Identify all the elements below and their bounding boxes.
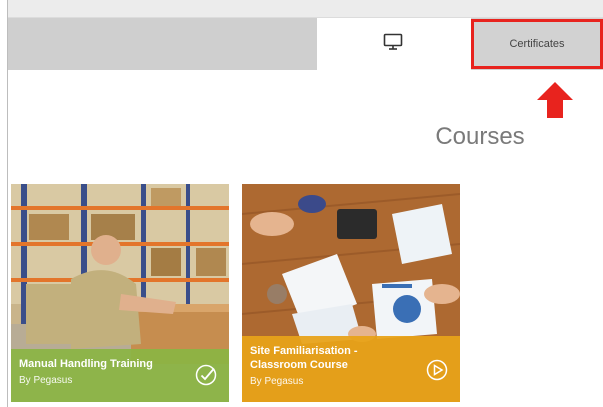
play-circle-icon[interactable] (426, 359, 448, 386)
tab-blank (8, 18, 317, 70)
top-bar (8, 0, 603, 18)
course-author: By Pegasus (250, 376, 304, 387)
course-title: Site Familiarisation - Classroom Course (250, 345, 358, 371)
check-circle-icon[interactable] (195, 364, 217, 391)
course-card-manual-handling[interactable]: Manual Handling Training By Pegasus (11, 184, 229, 402)
monitor-icon (383, 33, 403, 56)
course-card-footer: Site Familiarisation - Classroom Course … (242, 336, 460, 402)
tab-bar: Certificates (8, 18, 603, 70)
arrow-up-icon (536, 81, 574, 124)
course-card-site-familiarisation[interactable]: Site Familiarisation - Classroom Course … (242, 184, 460, 402)
tab-monitor[interactable] (317, 18, 469, 70)
page-title: Courses (435, 123, 525, 150)
tab-certificates-label: Certificates (509, 38, 565, 50)
course-title: Manual Handling Training (19, 358, 153, 370)
course-author: By Pegasus (19, 375, 73, 386)
tab-certificates[interactable]: Certificates (471, 18, 603, 70)
course-card-footer: Manual Handling Training By Pegasus (11, 349, 229, 402)
